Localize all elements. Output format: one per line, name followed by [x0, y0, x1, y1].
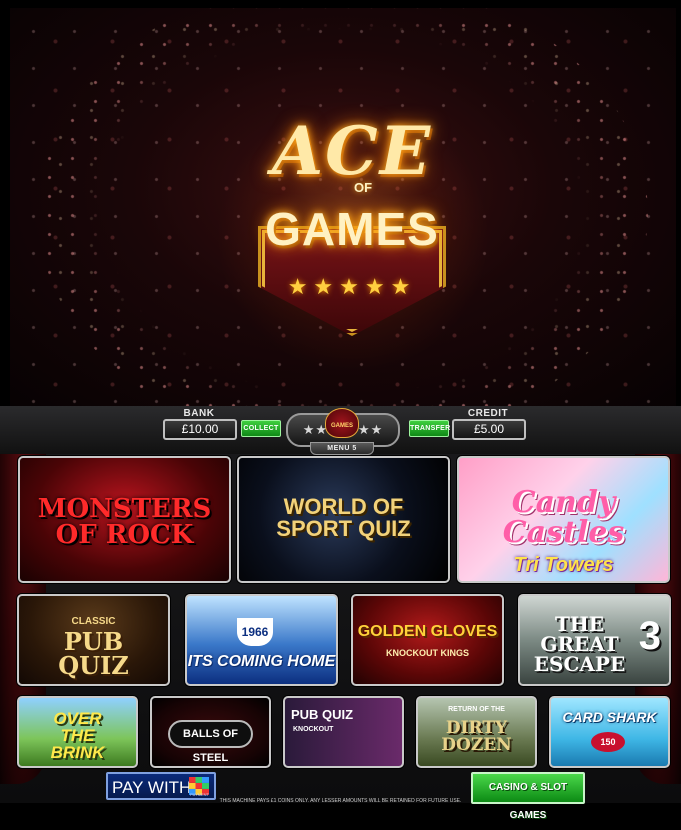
game-title: Candy Castles: [502, 485, 625, 550]
pay-with-button[interactable]: PAY WITH PAYMENT: [106, 772, 216, 800]
bank-value: £10.00: [163, 419, 237, 440]
game-subtitle: RETURN OF THE: [448, 706, 505, 713]
game-title: MONSTERS OF ROCK: [37, 494, 212, 550]
game-title: PUB QUIZ: [58, 627, 129, 680]
game-tile-classic-pub-quiz[interactable]: CLASSIC PUB QUIZ: [17, 594, 170, 686]
games-badge-icon: GAMES: [325, 408, 359, 438]
game-tile-candy-castles[interactable]: Candy Castles Tri Towers: [457, 456, 670, 583]
game-subtitle: Tri Towers: [513, 554, 614, 576]
game-title: WORLD OF SPORT QUIZ: [276, 494, 411, 541]
logo-ace-text: ACE: [271, 112, 433, 190]
game-tile-golden-gloves[interactable]: GOLDEN GLOVES KNOCKOUT KINGS: [351, 594, 504, 686]
game-tile-card-shark[interactable]: CARD SHARK 150: [549, 696, 670, 768]
hero-banner: ACE OF GAMES ★★★★★: [10, 8, 676, 406]
game-tile-its-coming-home[interactable]: 1966 ITS COMING HOME: [185, 594, 338, 686]
payment-sub-label: PAYMENT: [190, 792, 209, 797]
game-tile-great-escape-3[interactable]: THE GREAT ESCAPE 3: [518, 594, 671, 686]
game-title: GOLDEN GLOVES: [357, 623, 498, 640]
transfer-button[interactable]: TRANSFER: [409, 420, 450, 437]
game-number: 3: [638, 614, 661, 658]
game-subtitle: CLASSIC: [71, 616, 116, 627]
logo-games-text: GAMES: [265, 203, 439, 255]
footer-disclaimer: THIS MACHINE PAYS £1 COINS ONLY. ANY LES…: [219, 798, 462, 804]
game-title: CARD SHARK: [562, 709, 657, 725]
game-title: THE GREAT ESCAPE: [533, 612, 626, 676]
credit-bar: BANK £10.00 COLLECT ★★★ ★★★ GAMES MENU 5…: [0, 406, 681, 455]
game-title: PUB QUIZ: [291, 707, 354, 722]
game-subtitle: KNOCKOUT: [293, 726, 334, 733]
game-tile-dirty-dozen[interactable]: RETURN OF THE DIRTY DOZEN: [416, 696, 537, 768]
game-tile-world-of-sport-quiz[interactable]: WORLD OF SPORT QUIZ: [237, 456, 450, 583]
game-tile-over-the-brink[interactable]: OVER THE BRINK: [17, 696, 138, 768]
pay-with-label: PAY WITH: [112, 778, 192, 797]
logo-stars: ★★★★★: [287, 274, 417, 299]
game-title: BALLS OF STEEL: [168, 720, 253, 764]
game-badge: 1966: [237, 618, 273, 646]
game-console: BANK £10.00 COLLECT ★★★ ★★★ GAMES MENU 5…: [0, 406, 681, 821]
game-tile-balls-of-steel[interactable]: BALLS OF STEEL: [150, 696, 271, 768]
menu-tab[interactable]: MENU 5: [310, 442, 374, 455]
game-subtitle: KNOCKOUT KINGS: [386, 648, 469, 658]
logo-of-text: OF: [353, 180, 373, 195]
game-subtitle: 150: [591, 732, 625, 752]
credit-label: CREDIT: [467, 408, 509, 419]
game-tile-monsters-of-rock[interactable]: MONSTERS OF ROCK: [18, 456, 231, 583]
collect-button[interactable]: COLLECT: [241, 420, 281, 437]
ace-of-games-logo: ACE OF GAMES ★★★★★: [198, 96, 508, 376]
credit-value: £5.00: [452, 419, 526, 440]
game-title: OVER THE BRINK: [50, 709, 105, 762]
bank-label: BANK: [183, 408, 215, 419]
game-title: DIRTY DOZEN: [441, 718, 512, 755]
game-title: ITS COMING HOME: [187, 653, 336, 670]
game-tile-pub-quiz-knockout[interactable]: PUB QUIZ KNOCKOUT: [283, 696, 404, 768]
